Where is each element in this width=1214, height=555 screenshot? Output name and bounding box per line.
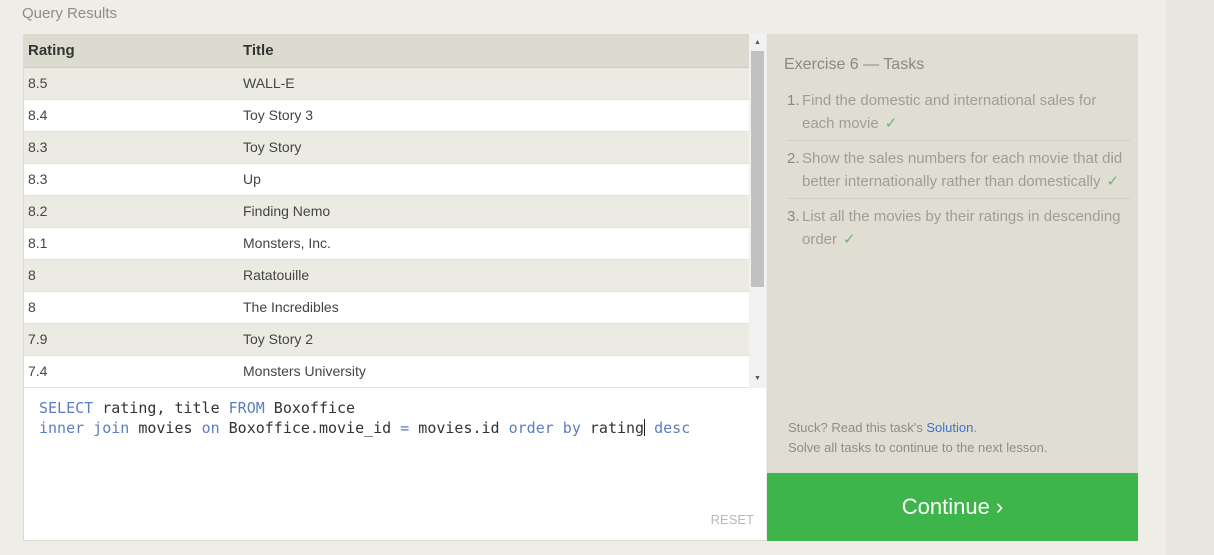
- query-results-table: Rating Title 8.5 WALL-E 8.4 Toy Story 3 8.…: [23, 34, 766, 388]
- cell-title: The Incredibles: [239, 291, 750, 324]
- tasks-title: Exercise 6 — Tasks: [784, 56, 925, 73]
- cell-title: Toy Story: [239, 131, 750, 164]
- stuck-text: Stuck? Read this task's: [788, 420, 927, 435]
- cell-rating: 8.4: [24, 99, 239, 132]
- checkmark-icon: ✓: [843, 231, 856, 248]
- table-row: 8 The Incredibles: [24, 291, 750, 324]
- task-item: 1. Find the domestic and international s…: [787, 89, 1130, 141]
- section-title: Query Results: [22, 5, 118, 22]
- task-item: 3. List all the movies by their ratings …: [787, 205, 1130, 256]
- text-cursor: [644, 419, 646, 436]
- solve-all-note: Solve all tasks to continue to the next …: [788, 440, 1048, 455]
- scroll-up-arrow-icon[interactable]: ▲: [749, 36, 766, 50]
- cell-rating: 8.1: [24, 227, 239, 260]
- code-line-2: inner join movies on Boxoffice.movie_id …: [39, 418, 766, 438]
- column-header-rating[interactable]: Rating: [24, 34, 239, 68]
- table-header-row: Rating Title: [24, 34, 750, 68]
- code-line-1: SELECT rating, title FROM Boxoffice: [39, 398, 766, 418]
- sql-keyword: on: [201, 419, 220, 437]
- task-label: Show the sales numbers for each movie th…: [802, 150, 1123, 190]
- cell-rating: 8.5: [24, 67, 239, 100]
- cell-rating: 7.9: [24, 323, 239, 356]
- cell-title: Monsters, Inc.: [239, 227, 750, 260]
- solution-link[interactable]: Solution: [926, 420, 973, 435]
- cell-rating: 8.3: [24, 163, 239, 196]
- table-row: 8.1 Monsters, Inc.: [24, 227, 750, 260]
- sql-text: rating: [580, 419, 645, 437]
- column-header-title[interactable]: Title: [239, 34, 750, 68]
- checkmark-icon: ✓: [1106, 173, 1120, 190]
- table-row: 8.5 WALL-E: [24, 67, 750, 100]
- task-label: Find the domestic and international sale…: [802, 92, 1097, 132]
- reset-button[interactable]: RESET: [711, 510, 754, 530]
- sql-text: rating, title: [93, 399, 229, 417]
- checkmark-icon: ✓: [884, 115, 898, 132]
- cell-rating: 8.3: [24, 131, 239, 164]
- table-row: 8 Ratatouille: [24, 259, 750, 292]
- sql-editor[interactable]: SELECT rating, title FROM Boxoffice inne…: [23, 388, 766, 541]
- cell-rating: 8.2: [24, 195, 239, 228]
- table-row: 8.4 Toy Story 3: [24, 99, 750, 132]
- task-text: Show the sales numbers for each movie th…: [802, 147, 1130, 193]
- sql-text: movies: [129, 419, 202, 437]
- cell-title: Toy Story 3: [239, 99, 750, 132]
- cell-rating: 8: [24, 291, 239, 324]
- task-text: Find the domestic and international sale…: [802, 89, 1130, 135]
- cell-title: Up: [239, 163, 750, 196]
- sql-operator: =: [400, 419, 410, 437]
- sql-keyword: inner join: [39, 419, 130, 437]
- cell-title: Finding Nemo: [239, 195, 750, 228]
- cell-title: WALL-E: [239, 67, 750, 100]
- task-text: List all the movies by their ratings in …: [802, 205, 1130, 251]
- table-row: 8.3 Toy Story: [24, 131, 750, 164]
- stuck-help: Stuck? Read this task's Solution. Solve …: [788, 418, 1047, 458]
- cell-rating: 7.4: [24, 355, 239, 388]
- task-number: 3.: [787, 208, 800, 225]
- scroll-down-arrow-icon[interactable]: ▼: [749, 372, 766, 386]
- stuck-line: Stuck? Read this task's Solution.: [788, 418, 1047, 438]
- sql-keyword: order by: [508, 419, 581, 437]
- right-margin: [1166, 0, 1214, 555]
- tasks-panel: Exercise 6 — Tasks 1. Find the domestic …: [767, 34, 1138, 473]
- sql-text: movies.id: [409, 419, 509, 437]
- scroll-thumb[interactable]: [751, 51, 764, 287]
- stuck-period: .: [973, 420, 977, 435]
- table-row: 7.9 Toy Story 2: [24, 323, 750, 356]
- results-scrollbar[interactable]: ▲ ▼: [749, 34, 766, 388]
- task-item: 2. Show the sales numbers for each movie…: [787, 147, 1130, 199]
- task-list: 1. Find the domestic and international s…: [787, 89, 1130, 262]
- task-number: 2.: [787, 150, 800, 167]
- sql-keyword: FROM: [228, 399, 265, 417]
- cell-title: Monsters University: [239, 355, 750, 388]
- cell-title: Ratatouille: [239, 259, 750, 292]
- task-number: 1.: [787, 92, 800, 109]
- cell-rating: 8: [24, 259, 239, 292]
- sql-keyword: desc: [654, 419, 691, 437]
- sql-keyword: SELECT: [39, 399, 94, 417]
- sql-text: Boxoffice.movie_id: [219, 419, 401, 437]
- continue-button[interactable]: Continue ›: [767, 473, 1138, 541]
- table-row: 8.2 Finding Nemo: [24, 195, 750, 228]
- sql-text: Boxoffice: [264, 399, 356, 417]
- table-row: 7.4 Monsters University: [24, 355, 750, 388]
- table-row: 8.3 Up: [24, 163, 750, 196]
- cell-title: Toy Story 2: [239, 323, 750, 356]
